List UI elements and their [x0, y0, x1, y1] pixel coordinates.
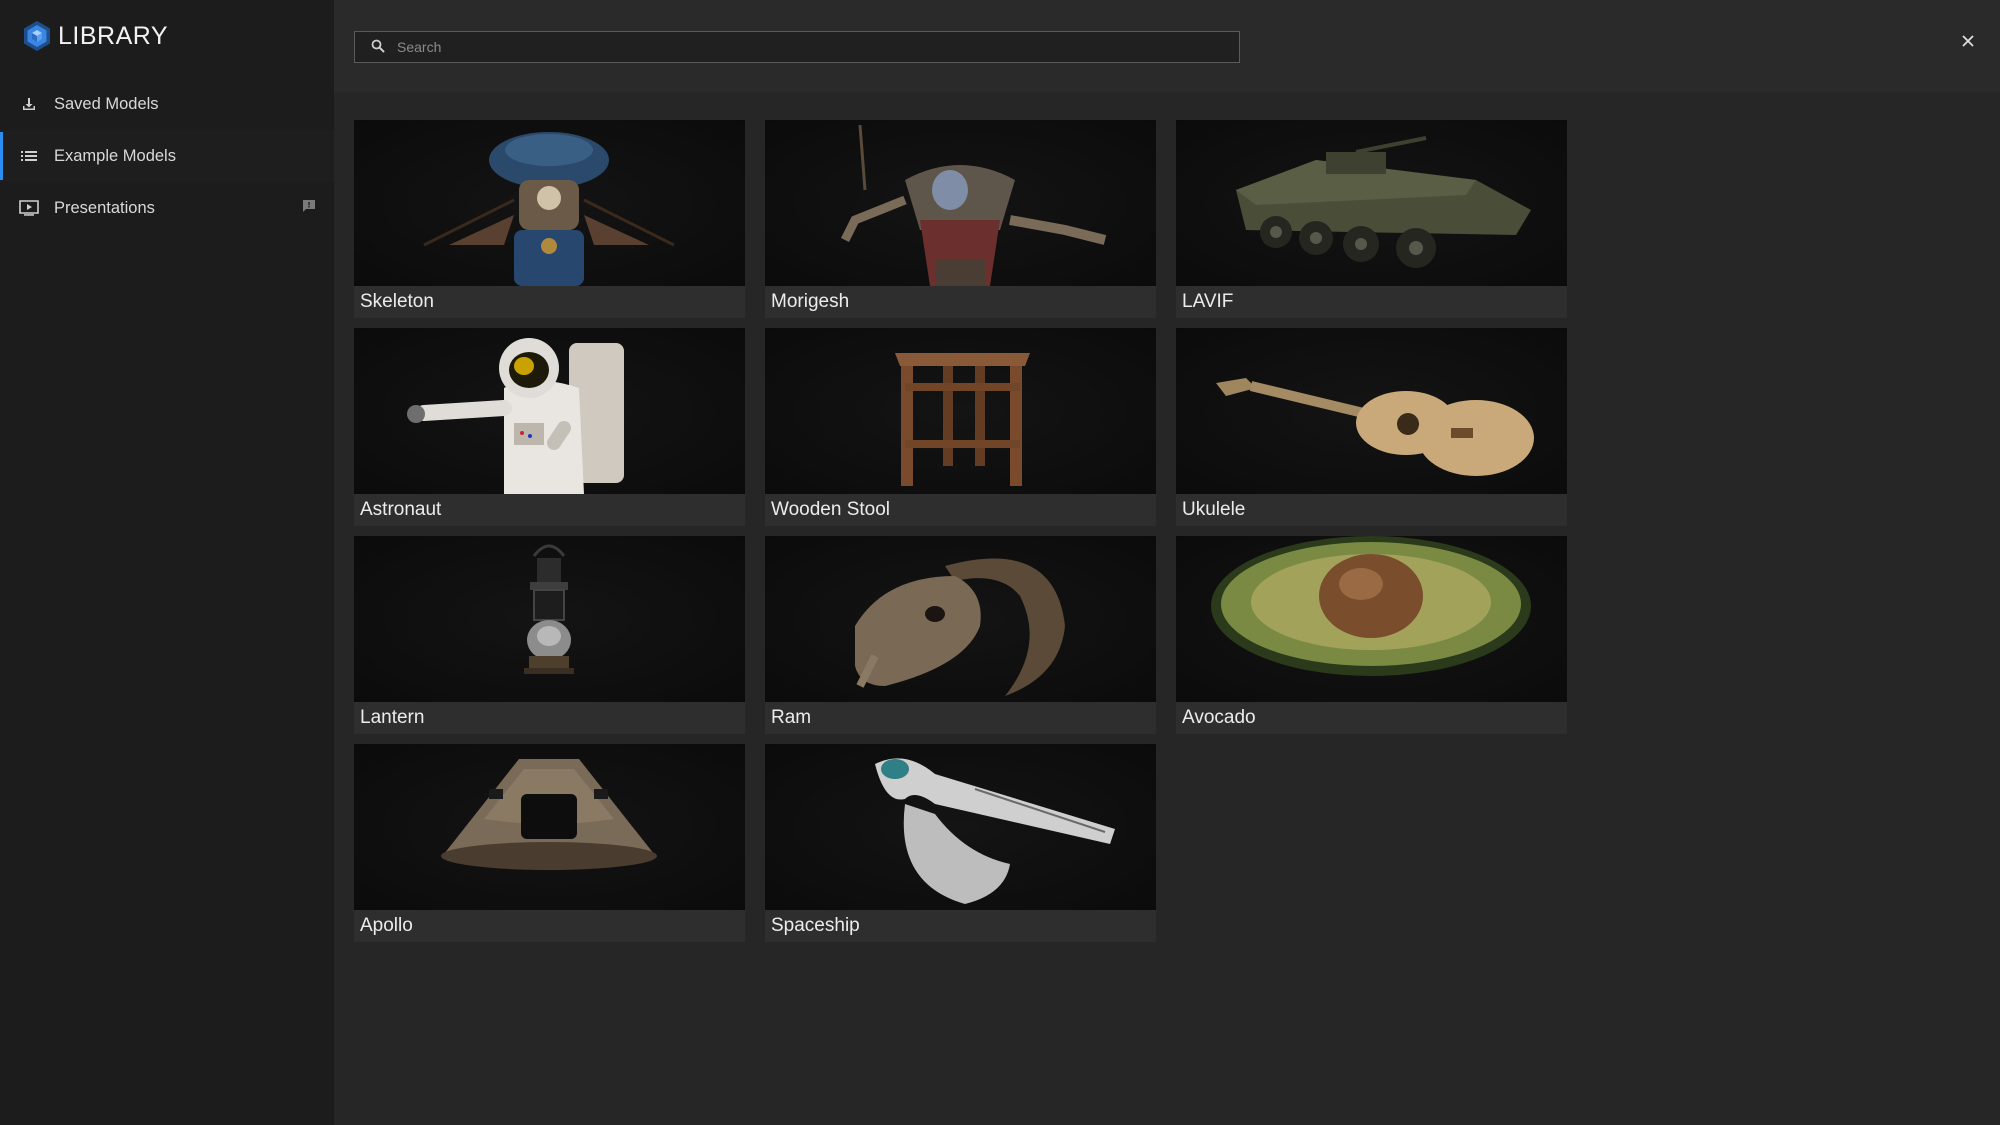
model-card-morigesh[interactable]: Morigesh	[765, 120, 1156, 318]
model-card-ukulele[interactable]: Ukulele	[1176, 328, 1567, 526]
model-name: Skeleton	[360, 291, 434, 312]
model-thumbnail	[1176, 120, 1567, 286]
sidebar-item-presentations[interactable]: Presentations	[0, 182, 334, 234]
model-thumbnail	[1176, 536, 1567, 702]
model-thumbnail	[354, 744, 745, 910]
top-bar	[334, 0, 2000, 92]
model-card-spaceship[interactable]: Spaceship	[765, 744, 1156, 942]
model-card-avocado[interactable]: Avocado	[1176, 536, 1567, 734]
comment-icon[interactable]	[302, 199, 318, 215]
model-name: Apollo	[360, 915, 413, 936]
search-icon	[371, 39, 387, 55]
sidebar-item-example-models[interactable]: Example Models	[0, 130, 334, 182]
brand: LIBRARY	[22, 18, 168, 54]
model-name: Astronaut	[360, 499, 442, 520]
close-icon	[1962, 35, 1974, 47]
download-icon	[18, 93, 40, 115]
app-title: LIBRARY	[58, 21, 169, 50]
model-thumbnail	[354, 120, 745, 286]
model-card-lavif[interactable]: LAVIF	[1176, 120, 1567, 318]
sidebar-item-label: Example Models	[54, 146, 176, 165]
library-app: LIBRARY Saved Models Example Models Pres…	[0, 0, 2000, 1125]
model-card-astronaut[interactable]: Astronaut	[354, 328, 745, 526]
model-card-wooden-stool[interactable]: Wooden Stool	[765, 328, 1156, 526]
model-name: Wooden Stool	[771, 499, 891, 520]
model-thumbnail	[1176, 328, 1567, 494]
model-thumbnail	[765, 328, 1156, 494]
model-card-apollo[interactable]: Apollo	[354, 744, 745, 942]
sidebar-item-label: Presentations	[54, 198, 155, 217]
model-thumbnail	[354, 328, 745, 494]
model-card-skeleton[interactable]: Skeleton	[354, 120, 745, 318]
presentation-icon	[18, 197, 40, 219]
model-card-ram[interactable]: Ram	[765, 536, 1156, 734]
hexagon-cube-logo-icon	[24, 21, 50, 51]
model-name: Lantern	[360, 707, 425, 728]
model-thumbnail	[765, 744, 1156, 910]
list-icon	[18, 145, 40, 167]
sidebar-nav: Saved Models Example Models Presentation…	[0, 78, 334, 234]
sidebar-item-saved-models[interactable]: Saved Models	[0, 78, 334, 130]
model-grid: Skeleton Morigesh LAVIF Astronaut Wooden…	[354, 120, 1567, 942]
model-name: Ram	[771, 707, 812, 728]
search-input[interactable]	[397, 39, 1239, 55]
sidebar-item-label: Saved Models	[54, 94, 159, 113]
model-name: Ukulele	[1182, 499, 1246, 520]
model-thumbnail	[765, 120, 1156, 286]
sidebar: LIBRARY Saved Models Example Models Pres…	[0, 0, 334, 1125]
model-name: Spaceship	[771, 915, 860, 936]
close-button[interactable]	[1958, 31, 1978, 51]
model-name: Morigesh	[771, 291, 850, 312]
model-thumbnail	[354, 536, 745, 702]
model-thumbnail	[765, 536, 1156, 702]
model-card-lantern[interactable]: Lantern	[354, 536, 745, 734]
model-name: LAVIF	[1182, 291, 1234, 312]
model-name: Avocado	[1182, 707, 1256, 728]
search-box[interactable]	[354, 31, 1240, 63]
